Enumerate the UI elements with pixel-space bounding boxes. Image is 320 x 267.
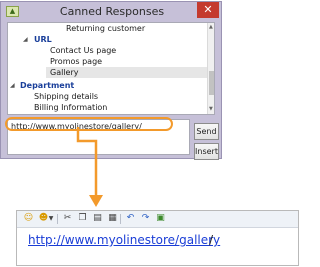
tree-category-label: URL (34, 35, 52, 44)
expand-arrow-icon[interactable]: ◢ (23, 34, 28, 45)
redo-icon[interactable]: ↷ (140, 213, 151, 224)
paste-special-icon[interactable]: ▦ (107, 213, 118, 224)
undo-icon[interactable]: ↶ (125, 213, 136, 224)
title-bar[interactable]: ▲ Canned Responses ✕ (1, 2, 221, 23)
tree-item-label: Gallery (50, 68, 79, 77)
tree-item[interactable]: Shipping details (8, 91, 207, 102)
responses-tree[interactable]: Returning customer ◢ URL Contact Us page… (7, 22, 215, 115)
connector-arrow (76, 127, 103, 207)
window-title: Canned Responses (59, 5, 165, 18)
editor-toolbar: ☺ ☻ ▼ ✂ ❐ ▤ ▦ ↶ ↷ ▣ (17, 211, 298, 228)
tree-category-department[interactable]: ◢ Department (8, 80, 207, 91)
vertical-scrollbar[interactable]: ▲ ▼ (207, 23, 214, 114)
tree-item[interactable]: Billing Information (8, 102, 207, 113)
scroll-up-icon[interactable]: ▲ (209, 24, 213, 30)
toolbar-divider (120, 214, 121, 224)
tree-item[interactable]: Promos page (8, 56, 207, 67)
send-button[interactable]: Send (194, 123, 219, 140)
canned-responses-window: ▲ Canned Responses ✕ Returning customer … (0, 1, 222, 160)
tree-item-label: Returning customer (66, 24, 146, 33)
copy-icon[interactable]: ❐ (77, 213, 88, 224)
scroll-down-icon[interactable]: ▼ (209, 106, 213, 112)
tree-item-label: Promos page (50, 57, 103, 66)
insert-image-icon[interactable]: ▣ (155, 213, 166, 224)
scrollbar-thumb[interactable] (209, 71, 214, 95)
editor-link[interactable]: http://www.myolinestore/gallery (28, 233, 220, 247)
tree-item-selected[interactable]: Gallery (46, 67, 207, 78)
app-icon: ▲ (6, 6, 19, 17)
paste-icon[interactable]: ▤ (92, 213, 103, 224)
message-editor[interactable]: ☺ ☻ ▼ ✂ ❐ ▤ ▦ ↶ ↷ ▣ http://www.myolinest… (16, 210, 299, 266)
emoticon-icon[interactable]: ☺ (23, 213, 34, 224)
tree-item-label: Contact Us page (50, 46, 117, 55)
chevron-down-icon[interactable]: ▼ (48, 213, 54, 224)
tree-category-label: Department (20, 81, 75, 90)
insert-button[interactable]: Insert (194, 143, 219, 160)
tree-item-label: Billing Information (34, 103, 108, 112)
tree-category-url[interactable]: ◢ URL (8, 34, 207, 45)
expand-arrow-icon[interactable]: ◢ (10, 80, 15, 91)
close-button[interactable]: ✕ (197, 2, 219, 18)
tree-item[interactable]: Contact Us page (8, 45, 207, 56)
cut-icon[interactable]: ✂ (62, 213, 73, 224)
tree-item[interactable]: Returning customer (8, 23, 207, 34)
tree-item-label: Shipping details (34, 92, 99, 101)
toolbar-divider (57, 214, 58, 224)
editor-trailing-text: / (209, 233, 214, 247)
close-icon: ✕ (203, 3, 213, 16)
